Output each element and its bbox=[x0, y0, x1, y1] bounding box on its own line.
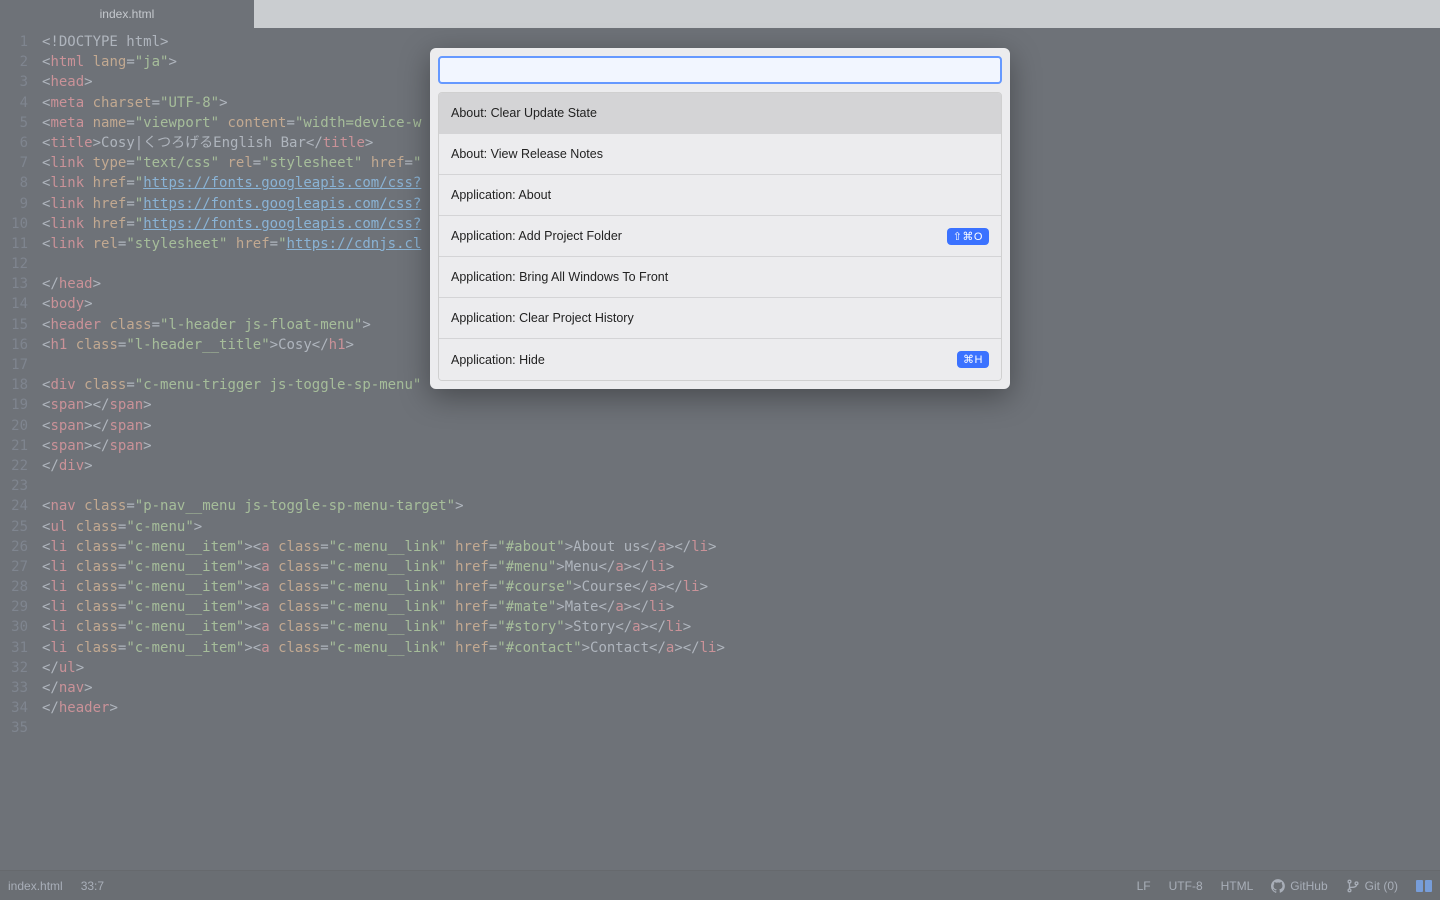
command-label: Application: Hide bbox=[451, 353, 545, 367]
command-label: Application: About bbox=[451, 188, 551, 202]
command-palette-list: About: Clear Update State About: View Rel… bbox=[438, 92, 1002, 381]
command-palette-item[interactable]: Application: Hide ⌘H bbox=[439, 339, 1001, 380]
command-label: Application: Clear Project History bbox=[451, 311, 634, 325]
command-palette: About: Clear Update State About: View Rel… bbox=[430, 48, 1010, 389]
command-palette-item[interactable]: Application: Bring All Windows To Front bbox=[439, 257, 1001, 298]
command-palette-item[interactable]: About: View Release Notes bbox=[439, 134, 1001, 175]
command-palette-item[interactable]: Application: Clear Project History bbox=[439, 298, 1001, 339]
command-label: Application: Add Project Folder bbox=[451, 229, 622, 243]
command-label: Application: Bring All Windows To Front bbox=[451, 270, 668, 284]
command-palette-input[interactable] bbox=[438, 56, 1002, 84]
command-keybinding: ⌘H bbox=[957, 351, 989, 368]
command-palette-item[interactable]: About: Clear Update State bbox=[439, 93, 1001, 134]
command-label: About: View Release Notes bbox=[451, 147, 603, 161]
command-label: About: Clear Update State bbox=[451, 106, 597, 120]
command-palette-item[interactable]: Application: Add Project Folder ⇧⌘O bbox=[439, 216, 1001, 257]
command-keybinding: ⇧⌘O bbox=[947, 228, 989, 245]
command-palette-item[interactable]: Application: About bbox=[439, 175, 1001, 216]
